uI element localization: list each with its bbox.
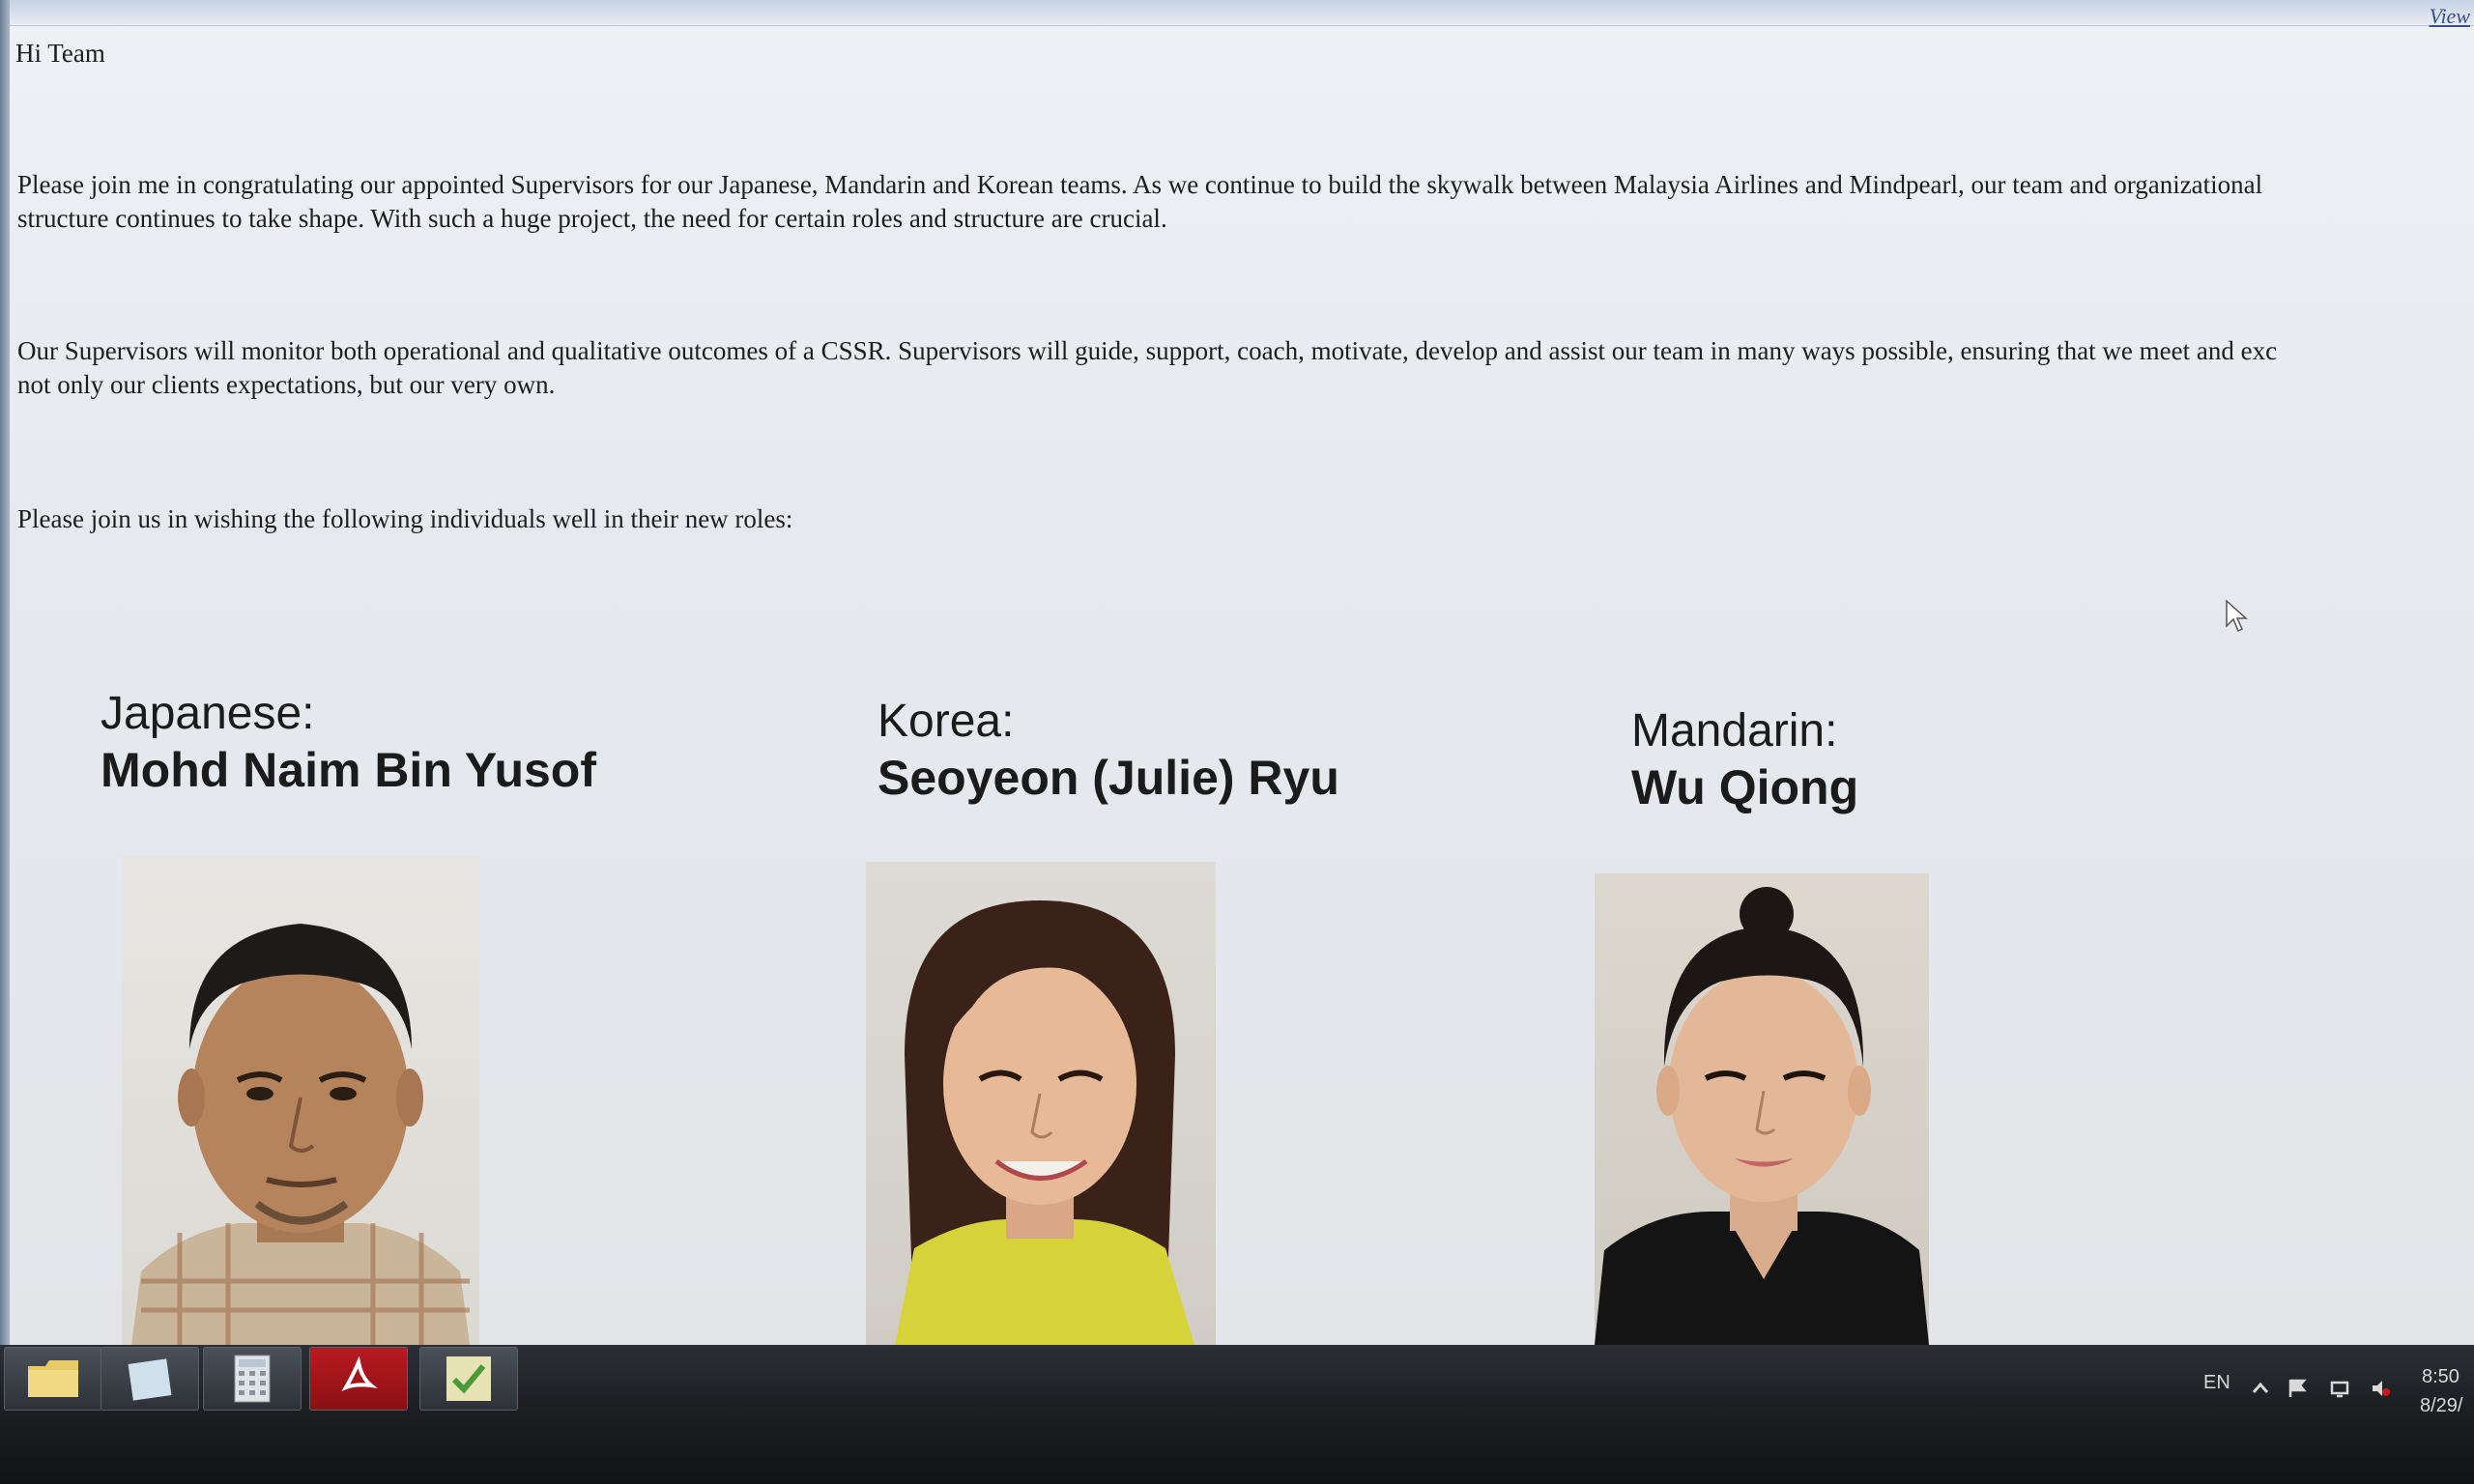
taskbar-button-task-app[interactable] (419, 1347, 518, 1411)
folder-icon (28, 1360, 78, 1397)
mouse-pointer-icon (2226, 599, 2248, 633)
supervisor-mandarin: Mandarin: Wu Qiong (1631, 703, 1858, 815)
taskbar-button-acrobat-reader[interactable] (309, 1347, 408, 1411)
paragraph-line: structure continues to take shape. With … (17, 204, 1167, 233)
acrobat-reader-icon (341, 1356, 378, 1391)
message-header-strip: View (0, 0, 2474, 29)
clock-date[interactable]: 8/29/ (2420, 1395, 2462, 1417)
email-paragraph-wishes: Please join us in wishing the following … (17, 504, 793, 533)
email-paragraph-supervisor-duties: Our Supervisors will monitor both operat… (17, 334, 2277, 402)
supervisor-korea: Korea: Seoyeon (Julie) Ryu (877, 694, 1339, 806)
taskbar-button-notepad[interactable] (101, 1347, 199, 1411)
supervisor-language: Japanese: (101, 688, 315, 739)
paragraph-line: Our Supervisors will monitor both operat… (17, 336, 2278, 365)
supervisor-photo-japanese (122, 856, 479, 1345)
supervisor-japanese: Japanese: Mohd Naim Bin Yusof (101, 686, 596, 798)
email-greeting: Hi Team (15, 39, 105, 68)
supervisor-name: Wu Qiong (1631, 760, 1859, 814)
supervisor-name: Mohd Naim Bin Yusof (101, 743, 596, 797)
input-language-indicator[interactable]: EN (2203, 1372, 2230, 1394)
email-reading-pane: View Hi Team Please join me in congratul… (0, 0, 2474, 1345)
taskbar-button-calculator[interactable] (203, 1347, 302, 1411)
clock-time[interactable]: 8:50 (2422, 1366, 2460, 1388)
paragraph-line: Please join me in congratulating our app… (17, 170, 2263, 199)
window-frame-left (0, 0, 10, 1345)
view-link[interactable]: View (2430, 4, 2470, 29)
supervisor-language: Korea: (877, 696, 1015, 747)
calculator-icon (234, 1355, 271, 1403)
paragraph-line: not only our clients expectations, but o… (17, 370, 556, 399)
network-icon[interactable] (2329, 1378, 2350, 1399)
supervisor-name: Seoyeon (Julie) Ryu (877, 751, 1339, 805)
supervisor-photo-korea (866, 862, 1216, 1345)
notepad-icon (128, 1358, 172, 1401)
taskbar-button-file-explorer[interactable] (4, 1347, 102, 1411)
show-hidden-icons-chevron-icon[interactable] (2250, 1378, 2271, 1399)
checkmark-icon (446, 1356, 491, 1401)
supervisor-photo-mandarin (1595, 873, 1929, 1345)
volume-muted-icon[interactable] (2370, 1378, 2391, 1399)
supervisor-language: Mandarin: (1631, 705, 1838, 756)
action-center-flag-icon[interactable] (2287, 1378, 2308, 1399)
email-paragraph-congratulations: Please join me in congratulating our app… (17, 168, 2262, 236)
